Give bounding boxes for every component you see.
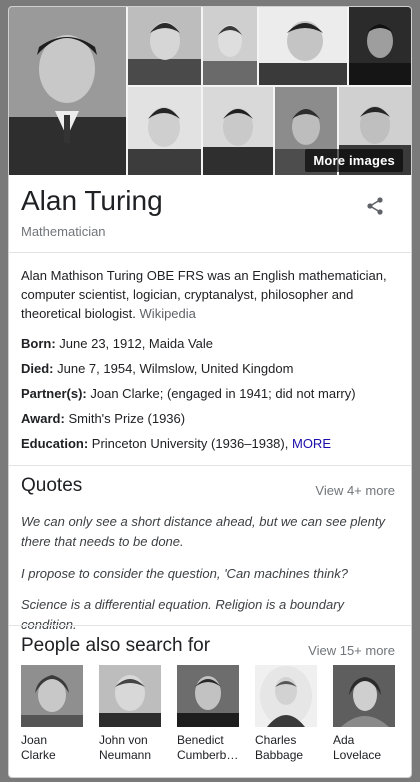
divider [9, 465, 411, 466]
facts-list: Born: June 23, 1912, Maida Vale Died: Ju… [21, 335, 401, 460]
quote-item[interactable]: I propose to consider the question, 'Can… [21, 564, 396, 584]
portrait-photo-4[interactable] [259, 7, 347, 85]
person-name: John von Neumann [99, 733, 152, 762]
fact-died: Died: June 7, 1954, Wilmslow, United Kin… [21, 361, 294, 376]
person-name: Charles Babbage [255, 733, 304, 762]
person-card-john-von-neumann[interactable]: John von Neumann [99, 665, 161, 763]
knowledge-panel: More images Alan Turing Mathematician Al… [8, 6, 412, 778]
portrait-photo-5[interactable] [349, 7, 411, 85]
fact-education: Education: Princeton University (1936–19… [21, 436, 331, 451]
divider [9, 625, 411, 626]
avatar [255, 665, 317, 727]
people-view-more-link[interactable]: View 15+ more [308, 643, 395, 658]
fact-partners: Partner(s): Joan Clarke; (engaged in 194… [21, 386, 356, 401]
portrait-photo-7[interactable] [203, 87, 273, 175]
description: Alan Mathison Turing OBE FRS was an Engl… [21, 266, 393, 323]
person-name: Ada Lovelace [333, 733, 382, 762]
person-name: Joan Clarke [21, 733, 56, 762]
share-icon[interactable] [365, 196, 385, 216]
portrait-photo-large[interactable] [9, 7, 126, 175]
fact-born: Born: June 23, 1912, Maida Vale [21, 336, 213, 351]
portrait-photo-3[interactable] [203, 7, 257, 85]
quotes-heading: Quotes [21, 475, 83, 496]
education-more-link[interactable]: MORE [292, 436, 331, 451]
portrait-photo-2[interactable] [128, 7, 201, 85]
person-card-joan-clarke[interactable]: Joan Clarke [21, 665, 83, 763]
person-card-ada-lovelace[interactable]: Ada Lovelace [333, 665, 395, 763]
people-heading: People also search for [21, 635, 211, 656]
portrait-photo-6[interactable] [128, 87, 201, 175]
quote-item[interactable]: We can only see a short distance ahead, … [21, 512, 396, 552]
divider [9, 252, 411, 253]
person-card-charles-babbage[interactable]: Charles Babbage [255, 665, 317, 763]
avatar [99, 665, 161, 727]
fact-award: Award: Smith's Prize (1936) [21, 411, 186, 426]
quote-item[interactable]: Science is a differential equation. Reli… [21, 595, 396, 635]
quotes-view-more-link[interactable]: View 4+ more [315, 483, 395, 498]
description-text: Alan Mathison Turing OBE FRS was an Engl… [21, 268, 387, 321]
image-collage[interactable]: More images [9, 7, 411, 175]
entity-title: Alan Turing [21, 185, 163, 216]
avatar [333, 665, 395, 727]
person-name: Benedict Cumberb… [177, 733, 239, 762]
avatar [177, 665, 239, 727]
person-card-benedict-cumberbatch[interactable]: Benedict Cumberb… [177, 665, 239, 763]
people-carousel: Joan Clarke John von Neumann Benedict Cumbe… [21, 665, 411, 765]
avatar [21, 665, 83, 727]
wikipedia-link[interactable]: Wikipedia [140, 306, 196, 321]
entity-subtitle: Mathematician [21, 224, 106, 239]
more-images-button[interactable]: More images [305, 149, 403, 172]
